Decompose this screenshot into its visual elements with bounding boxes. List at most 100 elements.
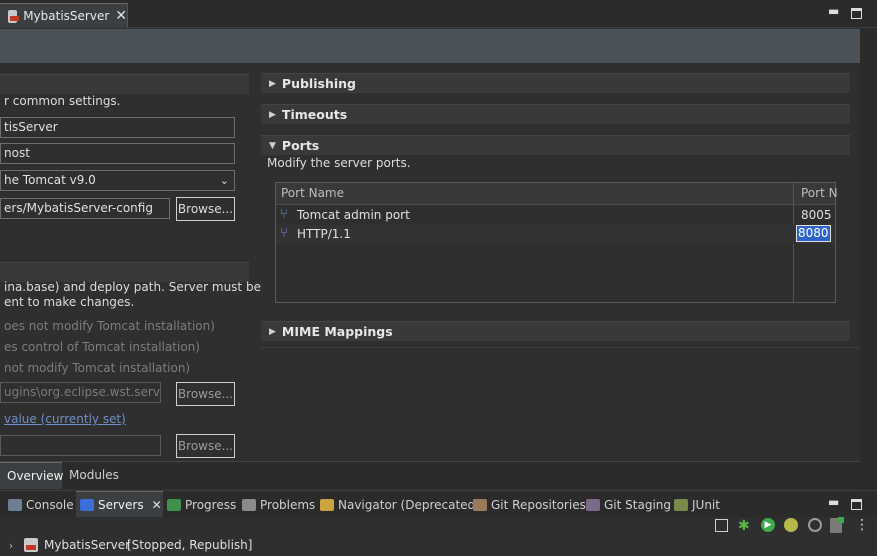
minimize-icon[interactable]: ▬	[828, 4, 839, 18]
tab-progress[interactable]: Progress	[167, 491, 236, 518]
runtime-environment-select[interactable]: he Tomcat v9.0 ⌄	[0, 170, 235, 191]
ports-table-header: Port Name Port N	[276, 183, 838, 205]
tab-git-repositories-label: Git Repositories	[491, 497, 586, 512]
ports-section-title: Ports	[281, 138, 320, 153]
tab-navigator-label: Navigator (Deprecated)	[338, 497, 480, 512]
server-entry-status: [Stopped, Republish]	[127, 538, 253, 552]
profile-icon[interactable]	[784, 518, 798, 532]
port-number-edit-field[interactable]: 8080	[796, 225, 831, 242]
expand-arrow-icon[interactable]: ›	[9, 541, 13, 552]
tomcat-server-icon	[24, 538, 38, 552]
problems-icon	[242, 498, 256, 511]
ports-table[interactable]: Port Name Port N ⑂ Tomcat admin port 800…	[275, 182, 838, 303]
git-repo-icon	[473, 498, 487, 511]
tab-modules-label: Modules	[69, 468, 119, 482]
editor-tab-bar: MybatisServer ✕ ▬	[0, 0, 877, 28]
expand-arrow-icon: ▶	[269, 326, 276, 337]
junit-icon	[674, 498, 688, 511]
port-name-cell: HTTP/1.1	[297, 227, 351, 241]
port-name-cell: Tomcat admin port	[297, 208, 410, 222]
tab-servers[interactable]: Servers ✕	[76, 491, 163, 518]
close-icon[interactable]: ✕	[115, 9, 127, 23]
view-menu-icon[interactable]: ⋮	[855, 517, 869, 533]
console-icon	[8, 498, 22, 511]
expand-arrow-icon: ▶	[269, 109, 276, 120]
tab-overview[interactable]: Overview	[0, 462, 64, 489]
ports-description: Modify the server ports.	[267, 156, 411, 170]
timeouts-section-header[interactable]: ▶ Timeouts	[261, 104, 850, 124]
column-header-port-name[interactable]: Port Name	[281, 186, 344, 200]
mime-mappings-section-header[interactable]: ▶ MIME Mappings	[261, 321, 850, 341]
set-default-link[interactable]: value (currently set)	[4, 412, 126, 426]
divider	[260, 347, 860, 348]
open-icon[interactable]	[715, 519, 728, 532]
port-icon: ⑂	[280, 226, 288, 241]
progress-icon	[167, 498, 181, 511]
tab-console[interactable]: Console	[4, 491, 74, 518]
server-name-field[interactable]: tisServer	[0, 117, 235, 138]
deploy-path-field[interactable]	[0, 435, 161, 456]
tab-git-repositories[interactable]: Git Repositories	[473, 491, 586, 518]
tab-overview-label: Overview	[7, 469, 64, 483]
tab-problems[interactable]: Problems	[242, 491, 315, 518]
general-info-description: r common settings.	[4, 94, 121, 108]
tab-junit-label: JUnit	[692, 497, 720, 512]
close-icon[interactable]: ✕	[152, 499, 162, 511]
tab-console-label: Console	[26, 497, 74, 512]
server-locations-description-line1: ina.base) and deploy path. Server must b…	[4, 280, 261, 294]
tab-modules[interactable]: Modules	[62, 462, 124, 489]
tab-progress-label: Progress	[185, 497, 237, 512]
tab-git-staging-label: Git Staging	[604, 497, 672, 512]
browse-config-button[interactable]: Browse...	[176, 197, 235, 221]
maximize-icon[interactable]	[851, 8, 862, 19]
tab-navigator[interactable]: Navigator (Deprecated)	[320, 491, 480, 518]
runtime-select-value: he Tomcat v9.0	[4, 173, 96, 187]
views-tab-bar: Console Servers ✕ Progress Problems Navi…	[0, 490, 877, 518]
scrollbar[interactable]	[860, 28, 877, 490]
minimize-icon[interactable]: ▬	[828, 495, 839, 509]
stop-icon[interactable]	[808, 518, 822, 532]
tab-problems-label: Problems	[260, 497, 316, 512]
servers-view: › MybatisServer [Stopped, Republish] ✱ ▶…	[0, 517, 877, 556]
maximize-icon[interactable]	[851, 499, 862, 510]
editor-tab-label: MybatisServer	[23, 9, 110, 23]
timeouts-section-title: Timeouts	[281, 107, 348, 122]
server-icon	[8, 9, 19, 23]
ports-section-header[interactable]: ▼ Ports	[261, 135, 850, 155]
expand-arrow-icon: ▶	[269, 78, 276, 89]
location-option-workspace[interactable]: oes not modify Tomcat installation)	[4, 319, 215, 333]
configuration-path-field[interactable]: ers/MybatisServer-config	[0, 198, 170, 219]
tab-servers-label: Servers	[98, 498, 144, 512]
collapse-arrow-icon: ▼	[269, 140, 276, 151]
port-number-cell[interactable]: 8005	[801, 208, 832, 222]
mime-mappings-section-title: MIME Mappings	[281, 324, 393, 339]
git-staging-icon	[586, 498, 600, 511]
servers-icon	[80, 499, 94, 511]
browse-server-path-button[interactable]: Browse...	[176, 382, 235, 406]
editor-header-band	[0, 29, 860, 63]
column-header-port-number[interactable]: Port N	[801, 186, 838, 200]
publishing-section-title: Publishing	[281, 76, 356, 91]
server-path-field[interactable]: ugins\org.eclipse.wst.server.co	[0, 382, 161, 403]
editor-form-tabs: Overview Modules	[0, 461, 860, 489]
browse-deploy-path-button[interactable]: Browse...	[176, 434, 235, 458]
tab-junit[interactable]: JUnit	[674, 491, 720, 518]
start-icon[interactable]: ▶	[761, 518, 775, 532]
editor-tab-mybatisserver[interactable]: MybatisServer ✕	[0, 3, 128, 28]
host-name-field[interactable]: nost	[0, 143, 235, 164]
publishing-section-header[interactable]: ▶ Publishing	[261, 73, 850, 93]
chevron-down-icon: ⌄	[219, 174, 229, 187]
publish-icon[interactable]	[830, 517, 844, 533]
location-option-tomcat-install[interactable]: es control of Tomcat installation)	[4, 340, 200, 354]
server-locations-description-line2: ent to make changes.	[4, 295, 135, 309]
server-entry-name[interactable]: MybatisServer	[44, 538, 130, 552]
general-info-section-header	[0, 74, 249, 94]
debug-icon[interactable]: ✱	[738, 518, 750, 534]
folder-icon	[320, 498, 334, 511]
table-row[interactable]: ⑂ Tomcat admin port 8005	[276, 206, 835, 225]
tab-git-staging[interactable]: Git Staging	[586, 491, 671, 518]
location-option-custom[interactable]: not modify Tomcat installation)	[4, 361, 190, 375]
table-row[interactable]: ⑂ HTTP/1.1 8080	[276, 225, 835, 244]
server-locations-section-header	[0, 262, 249, 282]
port-icon: ⑂	[280, 207, 288, 222]
